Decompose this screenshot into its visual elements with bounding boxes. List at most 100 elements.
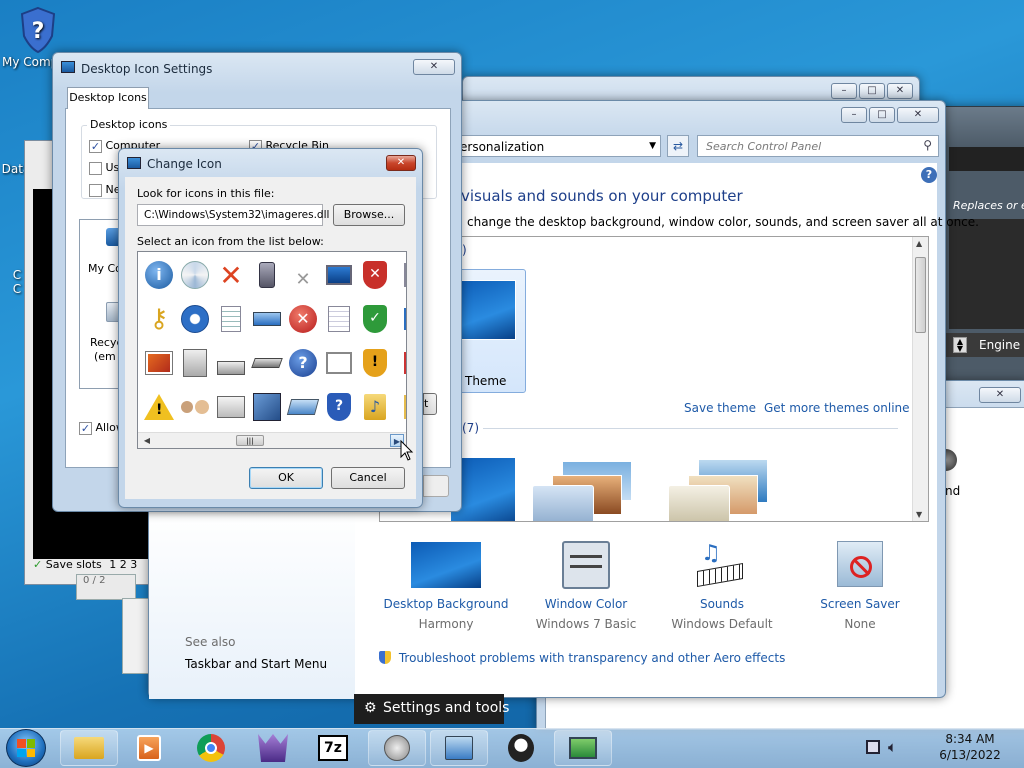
info-icon[interactable]: i [142,258,176,292]
close-button[interactable]: ✕ [413,59,455,75]
theme-thumb-characters[interactable] [668,451,778,521]
photos-icon[interactable] [142,346,176,380]
preview-label: My Co [88,262,122,275]
pda-icon[interactable] [250,258,284,292]
monitor-icon[interactable] [322,258,356,292]
network-adapter-icon[interactable] [250,302,284,336]
scrollbar[interactable]: ▲ ▼ [912,237,928,521]
preview-label: (em [94,350,116,363]
programs-icon[interactable] [178,346,212,380]
network-checkbox[interactable]: Ne [89,183,121,197]
scroll-thumb[interactable]: ||| [236,435,264,446]
slot-2[interactable]: 2 [120,558,127,571]
apply-button-partial[interactable] [423,475,449,497]
replaces-text: Replaces or edi [953,199,1024,212]
tab-desktop-icons[interactable]: Desktop Icons [67,87,149,109]
settings-and-tools-bar[interactable]: ⚙ Settings and tools [354,694,509,724]
spinner-control[interactable]: ▲ ▼ [953,337,967,353]
close-button[interactable]: ✕ [887,83,913,99]
icon-grid[interactable]: i ✕ ✕ ✕ ⚷ ✕ ✓ ? ! ! ? ♪ ◀ ||| ▶ [137,251,407,449]
flat-panel-icon[interactable] [286,390,320,424]
tray-volume-icon[interactable]: 🔈︎ [888,738,897,756]
help-icon[interactable]: ? [921,167,937,183]
desktop-icons-group-label: Desktop icons [87,118,171,131]
partial-icon[interactable] [392,302,406,336]
checkbox[interactable]: ✓ [79,421,92,435]
close-button[interactable]: ✕ [386,155,416,171]
window-color-item[interactable]: Window Color Windows 7 Basic [521,541,651,631]
troubleshoot-link[interactable]: Troubleshoot problems with transparency … [379,651,785,665]
blue-panel-icon[interactable] [250,390,284,424]
close-button[interactable]: ✕ [979,387,1021,403]
taskbar-chrome[interactable] [182,730,240,766]
checkbox[interactable]: ✓ [89,139,102,153]
shield-help-icon[interactable]: ? [322,390,356,424]
minimize-button[interactable]: – [841,107,867,123]
key-icon[interactable]: ⚷ [142,302,176,336]
svg-text:?: ? [32,19,45,44]
gray-x-icon[interactable]: ✕ [286,262,320,296]
desktop-background-item[interactable]: Desktop Background Harmony [381,541,511,631]
start-button[interactable] [6,729,46,767]
folder-icon [74,737,104,759]
checkbox[interactable] [89,183,102,197]
taskbar-app-purple[interactable] [244,730,302,766]
checkbox[interactable] [89,161,102,175]
restore-default-button-partial[interactable]: t [423,393,437,415]
save-theme-link[interactable]: Save theme [684,401,756,415]
close-button[interactable]: ✕ [897,107,939,123]
tray-network-icon[interactable] [866,740,880,754]
shield-warning-icon[interactable]: ! [358,346,392,380]
slot-3[interactable]: 3 [130,558,137,571]
drive-icon[interactable] [214,346,248,380]
warning-icon[interactable]: ! [142,390,176,424]
taskbar-user-app[interactable] [492,730,550,766]
screen-saver-item[interactable]: Screen Saver None [795,541,925,631]
get-more-themes-link[interactable]: Get more themes online [764,401,910,415]
taskbar-control-panel[interactable] [430,730,488,766]
file-path-input[interactable]: C:\Windows\System32\imageres.dll [137,204,329,226]
partial-icon[interactable] [392,346,406,380]
minimize-button[interactable]: – [831,83,857,99]
taskbar-personalization[interactable] [554,730,612,766]
user-files-checkbox[interactable]: Us [89,161,119,175]
taskbar-7zip[interactable]: 7z [304,730,362,766]
partial-icon[interactable] [392,258,406,292]
dropdown-arrow-icon[interactable]: ▼ [649,141,656,151]
error-icon[interactable]: ✕ [286,302,320,336]
divider [478,428,898,429]
red-x-icon[interactable]: ✕ [214,258,248,292]
shield-red-icon[interactable]: ✕ [358,258,392,292]
document-icon[interactable] [214,302,248,336]
partial-folder-icon[interactable] [392,390,406,424]
clock[interactable]: 8:34 AM 6/13/2022 [924,732,1016,762]
network-center-icon[interactable] [178,302,212,336]
window-frame-icon[interactable] [214,390,248,424]
cancel-button[interactable]: Cancel [331,467,405,489]
taskbar-start-menu-link[interactable]: Taskbar and Start Menu [185,657,327,671]
sounds-item[interactable]: ♫ Sounds Windows Default [657,541,787,631]
scroll-left-button[interactable]: ◀ [140,435,154,446]
shield-check-icon[interactable]: ✓ [358,302,392,336]
refresh-button[interactable]: ⇄ [667,135,689,157]
music-folder-icon[interactable]: ♪ [358,390,392,424]
maximize-button[interactable]: □ [859,83,885,99]
theme-thumb-architecture[interactable] [532,451,642,521]
slot-1[interactable]: 1 [109,558,116,571]
blank-page-icon[interactable] [322,302,356,336]
horizontal-scrollbar[interactable]: ◀ ||| ▶ [138,432,406,448]
address-bar[interactable]: ersonalization ▼ [449,135,661,157]
ok-button[interactable]: OK [249,467,323,489]
users-icon[interactable] [178,390,212,424]
search-input[interactable]: Search Control Panel ⚲ [697,135,939,157]
projector-screen-icon[interactable] [322,346,356,380]
maximize-button[interactable]: □ [869,107,895,123]
taskbar-audio[interactable] [368,730,426,766]
help-circle-icon[interactable]: ? [286,346,320,380]
taskbar-explorer[interactable] [60,730,118,766]
installed-themes-header: (7) [462,421,483,435]
scanner-icon[interactable] [250,346,284,380]
taskbar-media-player[interactable]: ▶ [120,730,178,766]
browse-button[interactable]: Browse... [333,204,405,226]
cd-icon[interactable] [178,258,212,292]
